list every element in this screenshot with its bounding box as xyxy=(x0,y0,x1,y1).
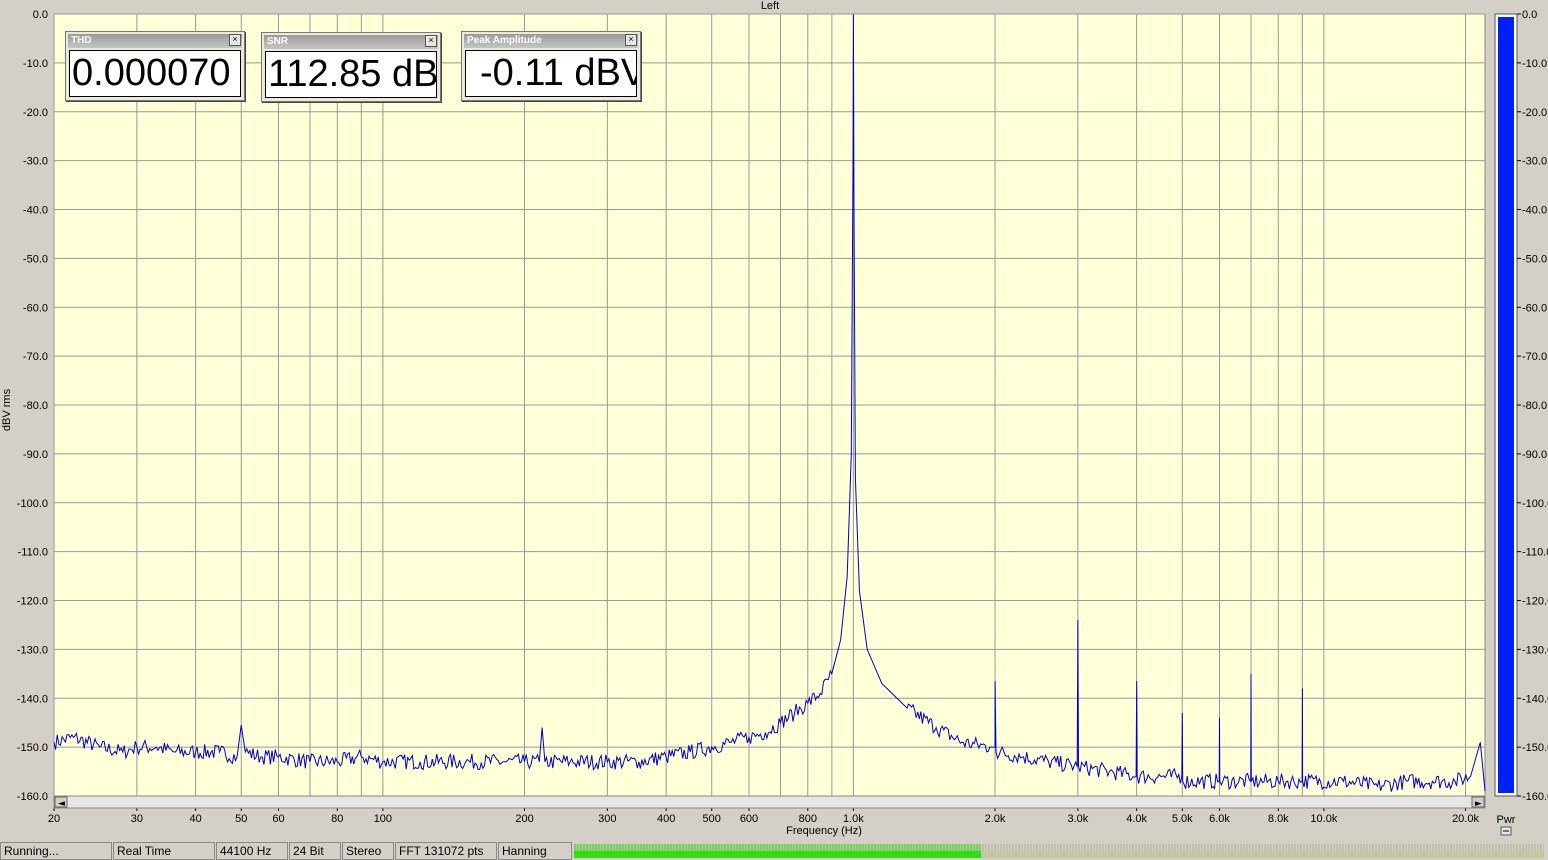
pwr-tick-label: -40.0 xyxy=(1522,205,1547,217)
pwr-tick-label: -20.0 xyxy=(1522,107,1547,119)
y-tick-label: -50.0 xyxy=(23,253,48,265)
x-axis-label: Frequency (Hz) xyxy=(786,825,862,837)
y-tick-label: 0.0 xyxy=(33,9,48,21)
snr-meter-title: SNR xyxy=(264,35,438,49)
thd-meter[interactable]: THD × 0.000070 xyxy=(65,31,245,101)
x-tick-label: 80 xyxy=(331,813,343,825)
x-tick-label: 4.0k xyxy=(1126,813,1147,825)
pwr-tick-label: -10.0 xyxy=(1522,58,1547,70)
pwr-tick-label: -130.0 xyxy=(1522,644,1548,656)
close-icon[interactable]: × xyxy=(425,35,437,47)
x-tick-label: 100 xyxy=(374,813,392,825)
pwr-label: Pwr xyxy=(1497,814,1516,826)
pwr-tick-label: -140.0 xyxy=(1522,693,1548,705)
status-window-function: Hanning xyxy=(498,842,572,860)
close-icon[interactable]: × xyxy=(625,34,637,46)
x-tick-label: 5.0k xyxy=(1172,813,1193,825)
scroll-right-icon: ► xyxy=(1475,799,1482,809)
x-tick-label: 800 xyxy=(799,813,817,825)
pwr-tick-label: -80.0 xyxy=(1522,400,1547,412)
y-tick-label: -90.0 xyxy=(23,449,48,461)
y-tick-label: -100.0 xyxy=(17,498,48,510)
snr-meter[interactable]: SNR × 112.85 dB xyxy=(261,32,441,102)
y-tick-label: -70.0 xyxy=(23,351,48,363)
pwr-tick-label: -70.0 xyxy=(1522,351,1547,363)
peak-amplitude-value: -0.11 dBV xyxy=(465,50,637,97)
scroll-left-icon: ◄ xyxy=(58,799,65,809)
y-axis-ticks: 0.0 -10.0 -20.0 -30.0 -40.0 -50.0 -60.0 -70.0 -8… xyxy=(17,9,48,803)
pwr-tick-label: 0.0 xyxy=(1522,9,1537,21)
y-tick-label: -150.0 xyxy=(17,742,48,754)
x-tick-label: 50 xyxy=(235,813,247,825)
status-mode: Real Time xyxy=(113,842,215,860)
x-axis-ticks: 20 30 40 50 60 80 100 200 300 400 500 600 800 1.0k 2.0… xyxy=(48,808,1479,825)
x-tick-label: 2.0k xyxy=(985,813,1006,825)
y-tick-label: -130.0 xyxy=(17,644,48,656)
pwr-tick-label: -150.0 xyxy=(1522,742,1548,754)
pwr-tick-label: -120.0 xyxy=(1522,596,1548,608)
y-tick-label: -20.0 xyxy=(23,107,48,119)
x-tick-label: 40 xyxy=(190,813,202,825)
chart-title: Left xyxy=(761,0,779,12)
x-tick-label: 20 xyxy=(48,813,60,825)
thd-meter-title: THD xyxy=(68,34,242,48)
pwr-tick-label: -60.0 xyxy=(1522,302,1547,314)
close-icon[interactable]: × xyxy=(229,34,241,46)
y-tick-label: -60.0 xyxy=(23,302,48,314)
y-tick-label: -10.0 xyxy=(23,58,48,70)
pwr-meter-fill xyxy=(1498,17,1514,793)
pwr-tick-label: -160.0 xyxy=(1522,791,1548,803)
status-sample-rate: 44100 Hz xyxy=(216,842,288,860)
x-tick-label: 500 xyxy=(703,813,721,825)
spectrum-chart: 0.0 -10.0 -20.0 -30.0 -40.0 -50.0 -60.0 -70.0 -8… xyxy=(1,0,1548,837)
y-tick-label: -40.0 xyxy=(23,205,48,217)
peak-amplitude-meter-title: Peak Amplitude xyxy=(464,34,638,48)
y-tick-label: -80.0 xyxy=(23,400,48,412)
peak-amplitude-meter[interactable]: Peak Amplitude × -0.11 dBV xyxy=(461,31,641,101)
thd-value: 0.000070 xyxy=(69,50,241,97)
y-tick-label: -140.0 xyxy=(17,693,48,705)
x-tick-label: 30 xyxy=(131,813,143,825)
x-tick-label: 3.0k xyxy=(1067,813,1088,825)
x-tick-label: 6.0k xyxy=(1209,813,1230,825)
pwr-tick-label: -100.0 xyxy=(1522,498,1548,510)
y-tick-label: -160.0 xyxy=(17,791,48,803)
pwr-axis-ticks: 0.0 -10.0 -20.0 -30.0 -40.0 -50.0 -60.0 -70.0 -8… xyxy=(1517,9,1548,803)
x-tick-label: 400 xyxy=(657,813,675,825)
x-tick-label: 600 xyxy=(740,813,758,825)
status-channels: Stereo xyxy=(342,842,394,860)
x-tick-label: 60 xyxy=(272,813,284,825)
y-tick-label: -30.0 xyxy=(23,156,48,168)
pwr-tick-label: -90.0 xyxy=(1522,449,1547,461)
x-tick-label: 1.0k xyxy=(843,813,864,825)
y-axis-label: dBV rms xyxy=(1,388,13,431)
x-tick-label: 300 xyxy=(598,813,616,825)
h-scrollbar[interactable] xyxy=(53,795,1486,809)
x-tick-label: 200 xyxy=(515,813,533,825)
pwr-tick-label: -110.0 xyxy=(1522,547,1548,559)
y-tick-label: -120.0 xyxy=(17,596,48,608)
status-bit-depth: 24 Bit xyxy=(289,842,341,860)
x-tick-label: 10.0k xyxy=(1310,813,1337,825)
y-tick-label: -110.0 xyxy=(18,547,48,559)
x-tick-label: 20.0k xyxy=(1452,813,1479,825)
status-state: Running... xyxy=(0,842,112,860)
x-tick-label: 8.0k xyxy=(1268,813,1289,825)
snr-value: 112.85 dB xyxy=(265,51,437,98)
input-level-bar xyxy=(574,844,1544,858)
pwr-tick-label: -30.0 xyxy=(1522,156,1547,168)
input-level-texture xyxy=(574,844,1544,851)
status-fft-size: FFT 131072 pts xyxy=(395,842,497,860)
pwr-tick-label: -50.0 xyxy=(1522,253,1547,265)
